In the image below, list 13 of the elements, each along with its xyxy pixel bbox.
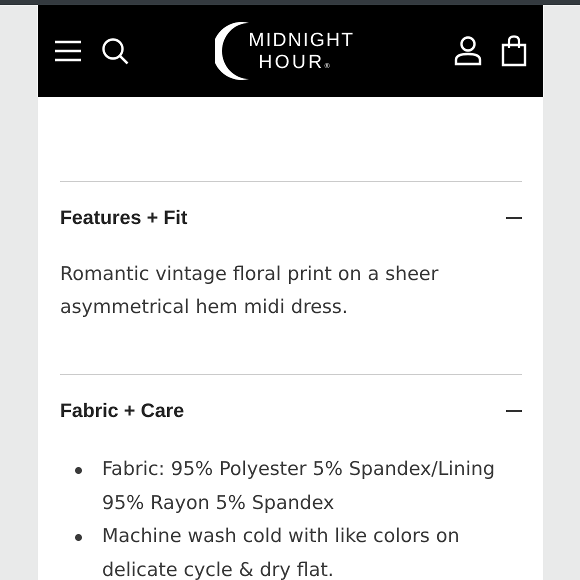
section-title[interactable]: Features + Fit — [60, 206, 188, 230]
logo-text: MIDNIGHT — [248, 30, 354, 50]
list-item-text: Fabric: 95% Polyester 5% Spandex/Lining 95% Rayon 5% Spandex — [102, 457, 496, 516]
menu-icon[interactable] — [54, 40, 82, 62]
bullet-icon — [75, 467, 82, 474]
search-icon[interactable] — [101, 37, 129, 65]
bullet-icon — [75, 534, 82, 541]
shopping-bag-icon[interactable] — [501, 35, 527, 67]
section-title[interactable]: Fabric + Care — [60, 400, 184, 422]
user-icon[interactable] — [454, 36, 482, 66]
description-text: Romantic vintage floral print on a sheer asymmetrical hem midi dress. — [60, 262, 440, 320]
crescent-moon-icon — [214, 20, 251, 82]
list-item-text: Machine wash cold with like colors on delicate cycle & dry flat. — [102, 524, 461, 580]
